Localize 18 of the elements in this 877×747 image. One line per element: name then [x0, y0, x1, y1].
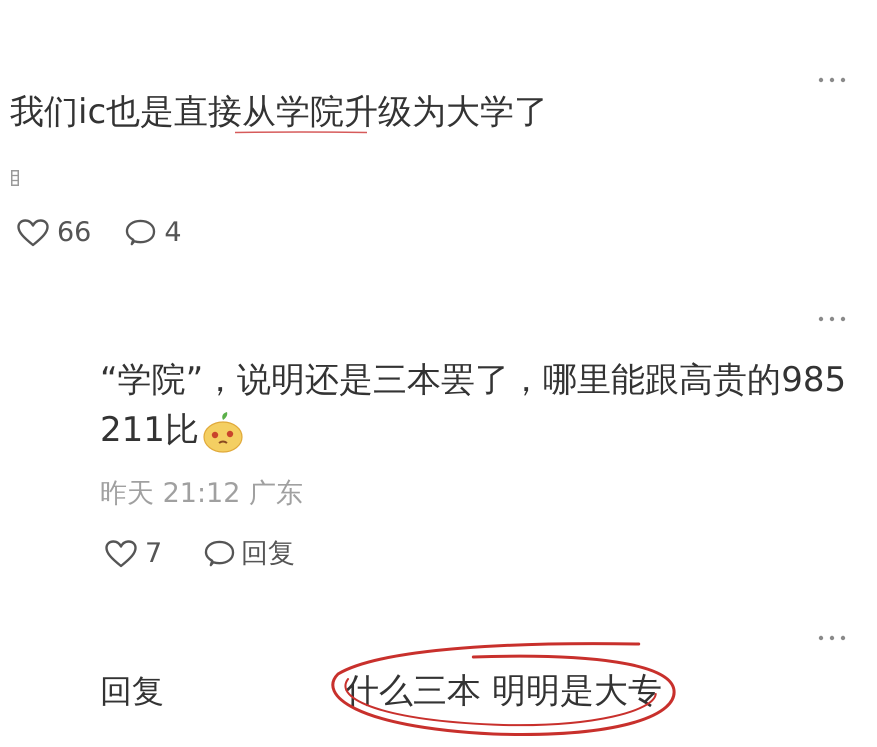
reply-text-line: “学院”，说明还是三本罢了，哪里能跟高贵的985: [100, 359, 846, 402]
comment-text: 我们ic也是直接从学院升级为大学了: [10, 94, 548, 130]
more-icon[interactable]: [818, 635, 846, 641]
heart-icon: [105, 540, 137, 568]
reply-text-line: 211比: [100, 409, 199, 452]
more-icon[interactable]: [818, 316, 846, 322]
reply-label: 回复: [100, 671, 165, 712]
like-button[interactable]: 7: [105, 537, 162, 571]
comment-meta: 昨天 21:12 广东: [100, 478, 303, 510]
comment-button[interactable]: 4: [125, 216, 182, 250]
emoji-icon: [200, 411, 245, 453]
more-icon[interactable]: [818, 77, 846, 83]
speech-bubble-icon: [204, 540, 236, 568]
like-button[interactable]: 66: [17, 216, 92, 250]
heart-icon: [17, 219, 49, 247]
speech-bubble-icon: [125, 218, 156, 248]
reply-button[interactable]: 回复: [204, 537, 296, 571]
list-icon: [11, 170, 19, 186]
